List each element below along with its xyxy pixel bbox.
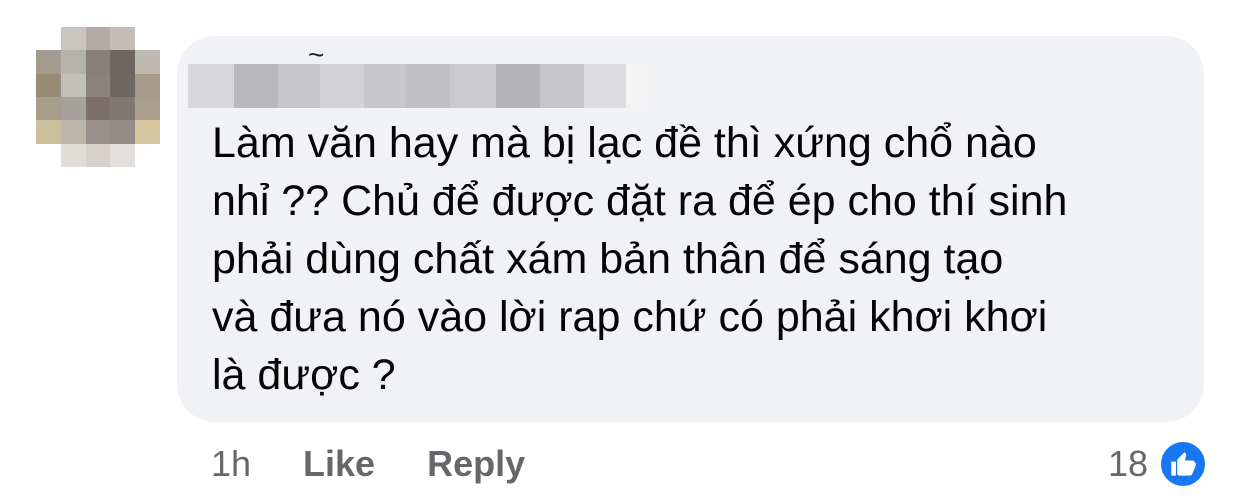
reaction-summary[interactable]: 18 xyxy=(1108,438,1208,490)
like-thumb-icon xyxy=(1158,439,1208,489)
comment-actions: 1h Like Reply xyxy=(211,440,525,488)
reaction-count: 18 xyxy=(1107,443,1148,484)
comment-text: Làm văn hay mà bị lạc đề thì xứng chổ nà… xyxy=(212,119,1068,399)
author-name-censored[interactable] xyxy=(188,64,650,108)
author-name-fragment: ~ xyxy=(308,39,325,70)
like-thumb-glyph xyxy=(1171,452,1196,476)
comment-timestamp[interactable]: 1h xyxy=(211,443,251,485)
like-button[interactable]: Like xyxy=(303,443,375,485)
reply-button[interactable]: Reply xyxy=(427,443,525,485)
avatar[interactable] xyxy=(36,27,160,167)
